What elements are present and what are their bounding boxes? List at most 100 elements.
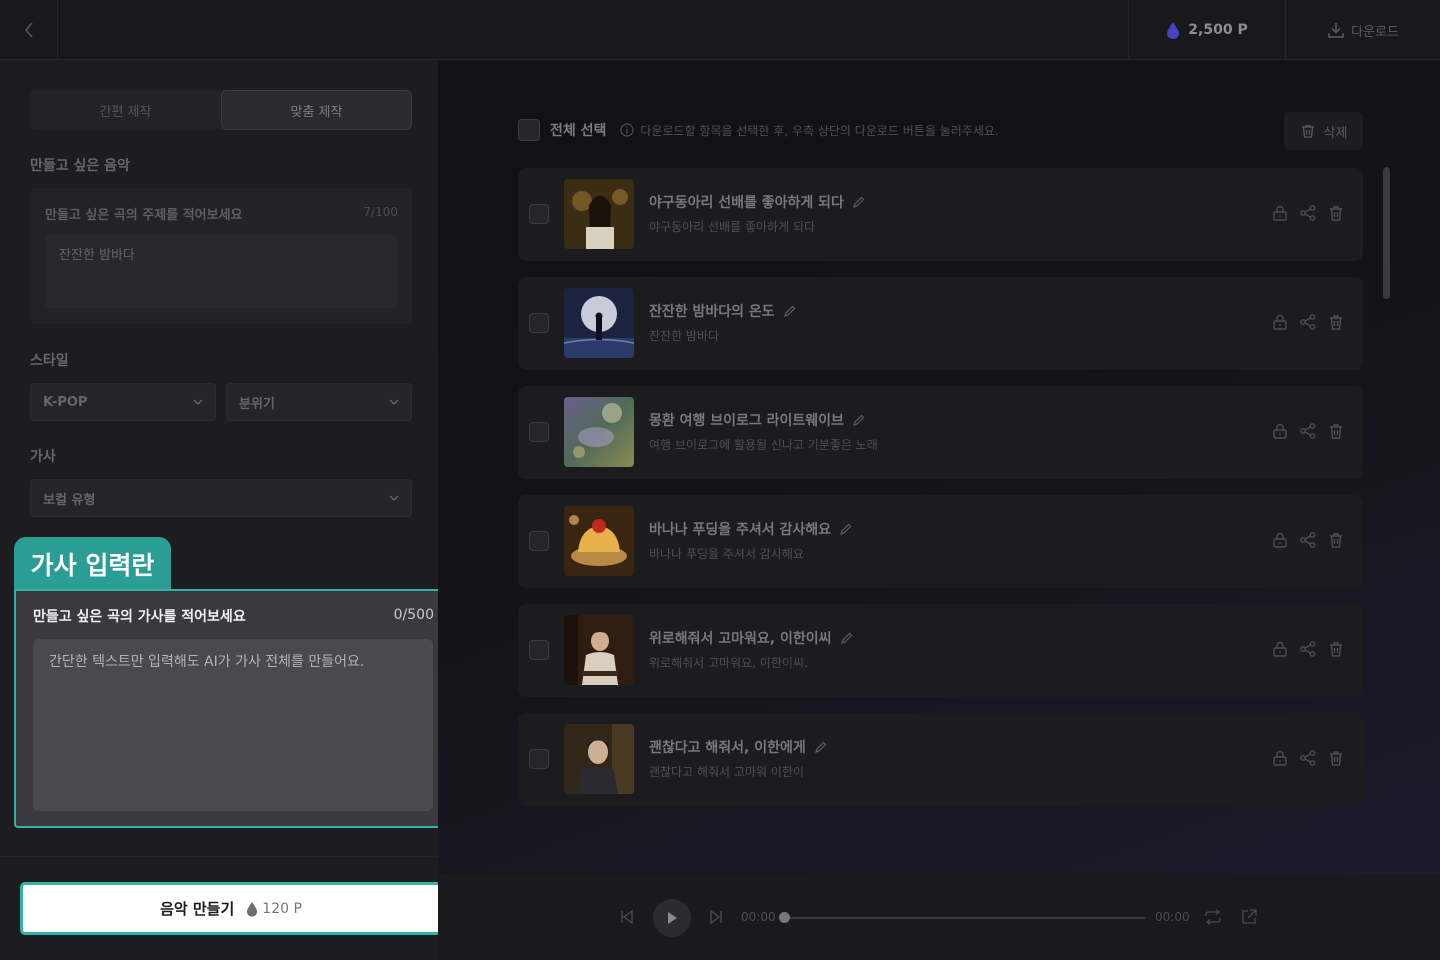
song-item[interactable]: 몽환 여행 브이로그 라이트웨이브 여행 브이로그에 활용될 신나고 기분좋은 … xyxy=(518,386,1363,479)
download-button[interactable]: 다운로드 xyxy=(1286,0,1440,60)
song-subtitle: 여행 브이로그에 활용될 신나고 기분좋은 노래 xyxy=(649,438,878,452)
lyrics-label: 만들고 싶은 곡의 가사를 적어보세요 xyxy=(33,609,246,625)
share-icon[interactable] xyxy=(1299,749,1317,767)
chevron-down-icon xyxy=(193,399,203,405)
song-checkbox[interactable] xyxy=(529,531,549,551)
song-subtitle: 야구동아리 선배를 좋아하게 되다 xyxy=(649,220,816,234)
total-time: 00:00 xyxy=(1155,910,1190,924)
share-icon[interactable] xyxy=(1299,204,1317,222)
repeat-icon[interactable] xyxy=(1204,909,1222,925)
chevron-down-icon xyxy=(389,495,399,501)
lyrics-callout-tag: 가사 입력란 xyxy=(14,537,171,591)
mode-tabs: 간편 제작 맞춤 제작 xyxy=(30,90,412,130)
lock-icon[interactable] xyxy=(1271,531,1289,549)
song-actions xyxy=(1271,749,1345,767)
song-item[interactable]: 위로해줘서 고마워요, 이한이씨 위로해줘서 고마워요, 이한이씨. xyxy=(518,604,1363,697)
select-hint-text: 다운로드할 항목을 선택한 후, 우측 상단의 다운로드 버튼을 눌러주세요. xyxy=(640,123,999,138)
lock-icon[interactable] xyxy=(1271,749,1289,767)
song-checkbox[interactable] xyxy=(529,313,549,333)
drop-icon xyxy=(247,901,258,917)
play-icon xyxy=(668,912,677,924)
edit-icon[interactable] xyxy=(840,631,854,645)
song-item[interactable]: 잔잔한 밤바다의 온도 잔잔한 밤바다 xyxy=(518,277,1363,370)
edit-icon[interactable] xyxy=(783,304,797,318)
song-actions xyxy=(1271,640,1345,658)
edit-icon[interactable] xyxy=(814,740,828,754)
edit-icon[interactable] xyxy=(839,522,853,536)
edit-icon[interactable] xyxy=(852,413,866,427)
song-thumbnail xyxy=(564,615,634,685)
song-checkbox[interactable] xyxy=(529,422,549,442)
vocal-value: 보컬 유형 xyxy=(43,492,96,508)
genre-value: K-POP xyxy=(43,394,88,410)
song-item[interactable]: 야구동아리 선배를 좋아하게 되다 야구동아리 선배를 좋아하게 되다 xyxy=(518,168,1363,261)
theme-input[interactable]: 잔잔한 밤바다 xyxy=(45,234,397,308)
vocal-select[interactable]: 보컬 유형 xyxy=(30,479,412,517)
song-thumbnail xyxy=(564,724,634,794)
song-actions xyxy=(1271,204,1345,222)
download-icon xyxy=(1328,23,1344,38)
theme-label: 만들고 싶은 곡의 주제를 적어보세요 xyxy=(45,208,243,223)
create-cost-value: 120 P xyxy=(262,900,302,917)
song-title-text: 괜찮다고 해줘서, 이한에게 xyxy=(649,740,806,756)
song-title: 몽환 여행 브이로그 라이트웨이브 xyxy=(649,410,866,430)
points-balance: 2,500 P xyxy=(1128,0,1286,60)
tab-simple[interactable]: 간편 제작 xyxy=(30,90,221,130)
trash-icon[interactable] xyxy=(1327,313,1345,331)
skip-back-icon[interactable] xyxy=(619,909,635,925)
share-icon[interactable] xyxy=(1299,531,1317,549)
song-thumbnail xyxy=(564,288,634,358)
lock-icon[interactable] xyxy=(1271,313,1289,331)
lock-icon[interactable] xyxy=(1271,640,1289,658)
trash-icon[interactable] xyxy=(1327,531,1345,549)
back-button[interactable] xyxy=(0,0,58,60)
music-section-label: 만들고 싶은 음악 xyxy=(30,158,130,174)
skip-forward-icon[interactable] xyxy=(708,909,724,925)
lyrics-panel: 만들고 싶은 곡의 가사를 적어보세요 0/500 간단한 텍스트만 입력해도 … xyxy=(14,589,453,828)
share-icon[interactable] xyxy=(1299,640,1317,658)
song-checkbox[interactable] xyxy=(529,640,549,660)
delete-selected-button[interactable]: 삭제 xyxy=(1284,112,1363,150)
song-title: 위로해줘서 고마워요, 이한이씨 xyxy=(649,628,854,648)
share-out-icon[interactable] xyxy=(1240,908,1258,926)
trash-icon[interactable] xyxy=(1327,640,1345,658)
song-checkbox[interactable] xyxy=(529,204,549,224)
trash-icon[interactable] xyxy=(1327,204,1345,222)
progress-knob[interactable] xyxy=(779,912,790,923)
lyrics-count: 0/500 xyxy=(393,607,434,623)
song-thumbnail xyxy=(564,506,634,576)
mood-value: 분위기 xyxy=(239,396,275,412)
trash-icon[interactable] xyxy=(1327,749,1345,767)
song-checkbox[interactable] xyxy=(529,749,549,769)
song-title-text: 위로해줘서 고마워요, 이한이씨 xyxy=(649,631,832,647)
edit-icon[interactable] xyxy=(852,195,866,209)
trash-icon[interactable] xyxy=(1327,422,1345,440)
share-icon[interactable] xyxy=(1299,313,1317,331)
genre-select[interactable]: K-POP xyxy=(30,383,216,421)
song-title-text: 바나나 푸딩을 주셔서 감사해요 xyxy=(649,522,832,538)
style-section-label: 스타일 xyxy=(30,353,69,369)
song-item[interactable]: 바나나 푸딩을 주셔서 감사해요 바나나 푸딩을 주셔서 감사해요 xyxy=(518,495,1363,588)
song-title: 잔잔한 밤바다의 온도 xyxy=(649,301,797,321)
create-music-button[interactable]: 음악 만들기 120 P xyxy=(20,882,442,935)
progress-bar[interactable] xyxy=(784,917,1145,919)
share-icon[interactable] xyxy=(1299,422,1317,440)
theme-count: 7/100 xyxy=(363,205,398,219)
current-time: 00:00 xyxy=(741,910,776,924)
song-title-text: 잔잔한 밤바다의 온도 xyxy=(649,304,775,320)
tab-custom[interactable]: 맞춤 제작 xyxy=(221,90,412,130)
song-thumbnail xyxy=(564,397,634,467)
song-subtitle: 바나나 푸딩을 주셔서 감사해요 xyxy=(649,547,804,561)
create-cost: 120 P xyxy=(246,901,302,917)
select-all-checkbox[interactable] xyxy=(518,119,540,141)
song-subtitle: 괜찮다고 해줘서 고마워 이한이 xyxy=(649,765,804,779)
song-title: 바나나 푸딩을 주셔서 감사해요 xyxy=(649,519,853,539)
play-button[interactable] xyxy=(653,899,691,937)
list-scrollbar[interactable] xyxy=(1383,167,1390,299)
lock-icon[interactable] xyxy=(1271,204,1289,222)
song-item[interactable]: 괜찮다고 해줘서, 이한에게 괜찮다고 해줘서 고마워 이한이 xyxy=(518,713,1363,806)
lyrics-textarea[interactable]: 간단한 텍스트만 입력해도 AI가 가사 전체를 만들어요. xyxy=(33,639,433,811)
mood-select[interactable]: 분위기 xyxy=(226,383,412,421)
select-all-row: 전체 선택 다운로드할 항목을 선택한 후, 우측 상단의 다운로드 버튼을 눌… xyxy=(518,119,999,141)
lock-icon[interactable] xyxy=(1271,422,1289,440)
